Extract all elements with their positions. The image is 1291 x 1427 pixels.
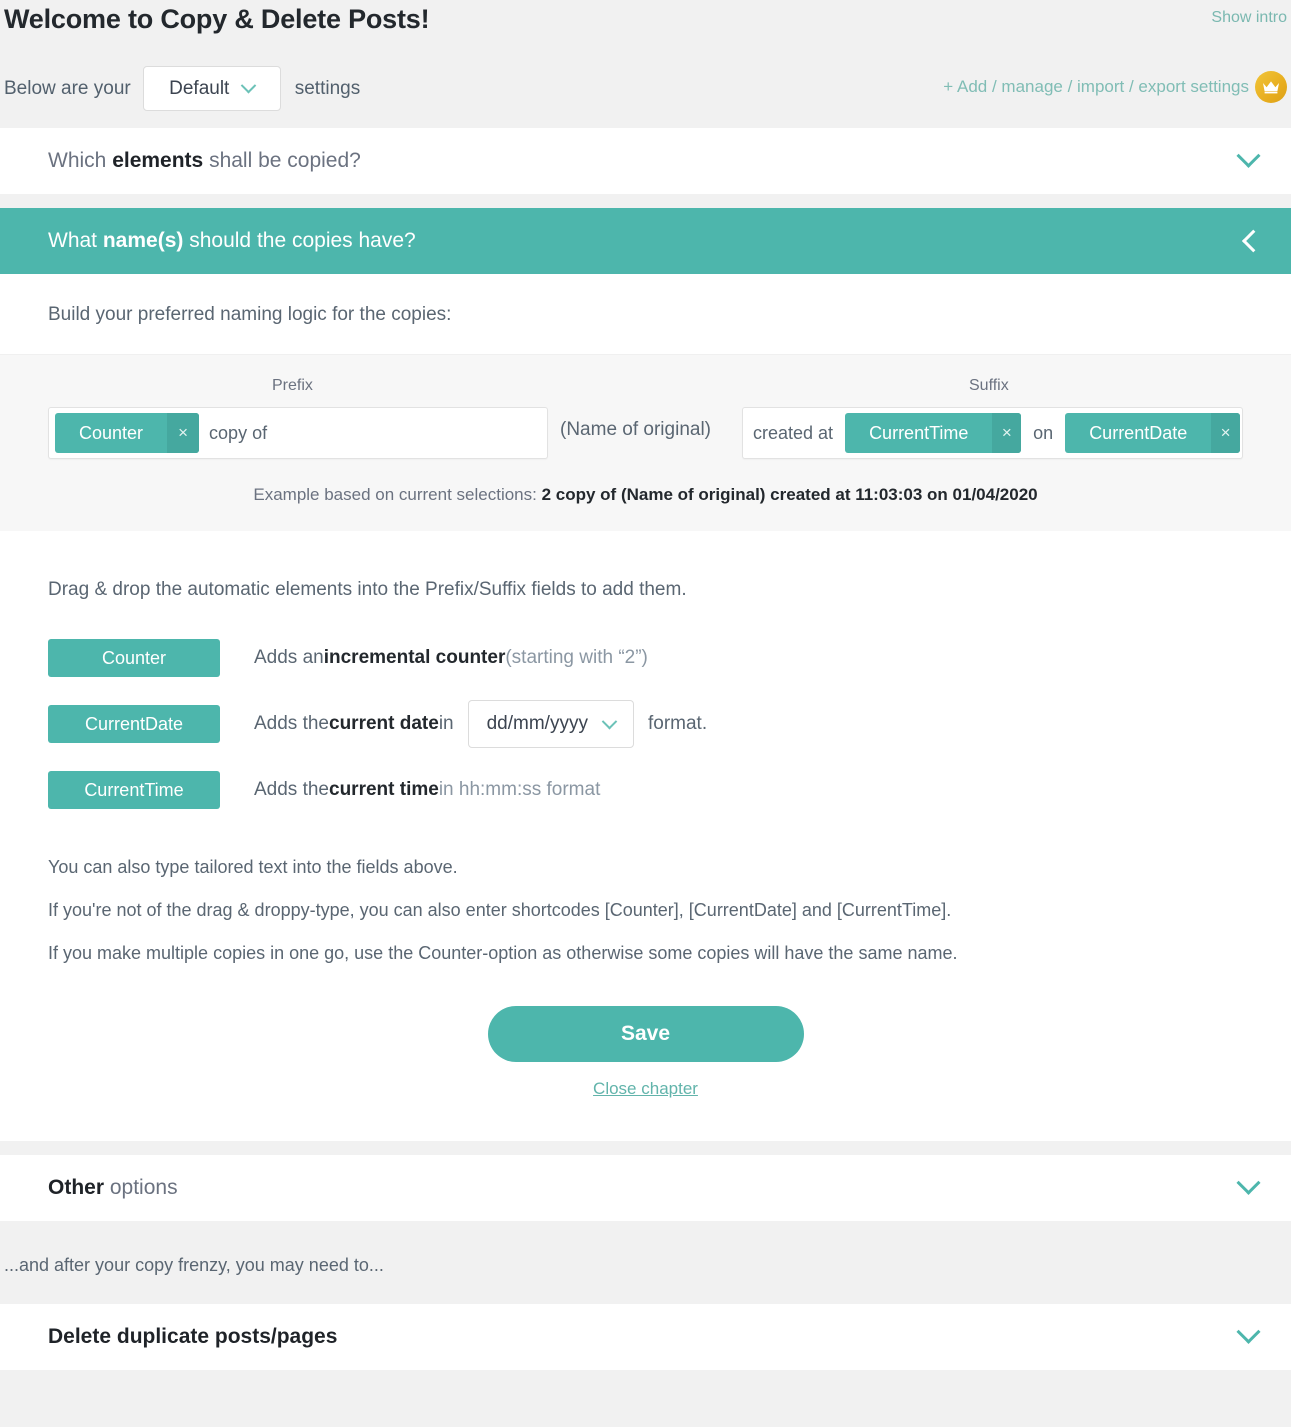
accordion-other-bold: Other [48,1176,105,1199]
chevron-down-icon[interactable] [1236,143,1261,168]
save-button[interactable]: Save [487,1006,804,1062]
suffix-tag-currenttime[interactable]: CurrentTime × [845,413,1022,453]
accordion-elements-lead: Which [48,149,113,172]
naming-builder: Prefix Suffix Counter × copy of (Name of… [0,354,1291,531]
counter-desc-post: (starting with “2”) [505,647,648,668]
accordion-names-lead: What [48,229,103,252]
accordion-elements-bold: elements [112,149,204,172]
date-format-value: dd/mm/yyyy [486,713,588,734]
example-value: 2 copy of (Name of original) created at … [541,485,1038,504]
suffix-tag-currentdate-label: CurrentDate [1089,422,1188,443]
plugin-settings-page: Welcome to Copy & Delete Posts! Show int… [0,0,1291,1427]
accordion-names-title: What name(s) should the copies have? [48,229,416,253]
accordion-names: What name(s) should the copies have? Bui… [0,208,1291,1141]
prefix-tag-counter-label: Counter [79,422,144,443]
date-format-select[interactable]: dd/mm/yyyy [467,700,634,748]
manage-settings-link[interactable]: + Add / manage / import / export setting… [943,77,1249,97]
prefix-label: Prefix [272,377,313,394]
suffix-tag-currenttime-remove-icon[interactable]: × [992,413,1022,453]
chevron-down-icon [241,77,257,94]
drag-drop-section: Drag & drop the automatic elements into … [0,531,1291,1141]
name-of-original-label: (Name of original) [560,419,711,440]
currenttime-desc-post: in hh:mm:ss format [438,779,601,800]
accordion-elements-title: Which elements shall be copied? [48,149,361,173]
builder-fields-row: Counter × copy of (Name of original) cre… [0,407,1291,459]
drag-drop-row-currentdate-desc: Adds the current date in dd/mm/yyyy form… [254,700,707,748]
accordion-other-options-header[interactable]: Other options [0,1155,1291,1221]
drag-drop-row-currenttime-desc: Adds the current time in hh:mm:ss format [254,779,600,801]
panel-gap [0,194,1291,208]
suffix-input[interactable]: created at CurrentTime × on CurrentDate … [742,407,1243,459]
accordion-delete-duplicates: Delete duplicate posts/pages [0,1304,1291,1370]
currenttime-desc-bold: current time [329,779,439,800]
currentdate-desc-bold: current date [329,713,439,734]
accordion-names-bold: name(s) [102,229,184,252]
prefix-text-value: copy of [209,422,268,443]
accordion-delete-bold: Delete duplicate posts/pages [48,1325,338,1348]
accordion-other-tail: options [104,1176,178,1199]
drag-drop-row-counter: Counter Adds an incremental counter (sta… [0,625,1291,691]
currenttime-desc-pre: Adds the [254,779,329,800]
helper-note-1: You can also type tailored text into the… [48,857,458,877]
draggable-chip-counter[interactable]: Counter [48,639,220,677]
accordion-names-tail: should the copies have? [183,229,416,252]
close-chapter-link[interactable]: Close chapter [593,1079,698,1099]
accordion-delete-duplicates-title: Delete duplicate posts/pages [48,1325,337,1349]
accordion-elements-header[interactable]: Which elements shall be copied? [0,128,1291,194]
chevron-down-icon[interactable] [1236,1319,1261,1344]
chevron-left-icon[interactable] [1241,229,1265,253]
page-title: Welcome to Copy & Delete Posts! [4,4,430,34]
helper-note-3: If you make multiple copies in one go, u… [48,943,958,963]
builder-field-labels: Prefix Suffix [0,377,1291,403]
drag-drop-row-currenttime: CurrentTime Adds the current time in hh:… [0,757,1291,823]
draggable-chip-currenttime[interactable]: CurrentTime [48,771,220,809]
settings-selector-row: Below are your Default settings [4,66,360,111]
drag-drop-row-counter-desc: Adds an incremental counter (starting wi… [254,647,648,669]
currentdate-desc-tail: format. [647,713,708,734]
counter-desc-pre: Adds an [254,647,324,668]
drag-drop-row-currentdate: CurrentDate Adds the current date in dd/… [0,691,1291,757]
example-label: Example based on current selections: [253,485,537,504]
panel-bottom-padding [0,1099,1291,1141]
accordion-delete-duplicates-header[interactable]: Delete duplicate posts/pages [0,1304,1291,1370]
helper-note-2: If you're not of the drag & droppy-type,… [48,900,952,920]
prefix-tag-counter[interactable]: Counter × [55,413,200,453]
build-logic-label: Build your preferred naming logic for th… [0,274,1291,354]
drag-drop-intro: Drag & drop the automatic elements into … [48,579,687,600]
settings-profile-select[interactable]: Default [142,66,281,111]
accordion-other-options: Other options [0,1155,1291,1221]
counter-desc-bold: incremental counter [323,647,506,668]
drag-drop-rows: Counter Adds an incremental counter (sta… [0,625,1291,823]
helper-notes: You can also type tailored text into the… [0,823,1291,964]
save-area: Save Close chapter [0,986,1291,1099]
accordion-other-options-title: Other options [48,1176,178,1200]
prefix-tag-counter-remove-icon[interactable]: × [167,413,200,453]
currentdate-desc-post: in [438,713,454,734]
example-preview: Example based on current selections: 2 c… [0,485,1291,505]
suffix-tag-currenttime-label: CurrentTime [869,422,969,443]
draggable-chip-currentdate[interactable]: CurrentDate [48,705,220,743]
suffix-label: Suffix [969,377,1009,394]
show-intro-link[interactable]: Show intro [1211,9,1287,27]
settings-profile-value: Default [169,77,230,99]
prefix-input[interactable]: Counter × copy of [48,407,548,459]
accordion-names-header[interactable]: What name(s) should the copies have? [0,208,1291,274]
suffix-lead-text: created at [753,422,834,443]
suffix-tag-currentdate-remove-icon[interactable]: × [1211,413,1240,453]
accordion-elements: Which elements shall be copied? [0,128,1291,194]
suffix-tag-currentdate[interactable]: CurrentDate × [1065,413,1240,453]
crown-icon[interactable] [1255,71,1287,103]
suffix-mid-text: on [1033,422,1054,443]
currentdate-desc-pre: Adds the [254,713,329,734]
panel-gap [0,1141,1291,1155]
page-header: Welcome to Copy & Delete Posts! Show int… [0,0,1291,128]
after-copy-note: ...and after your copy frenzy, you may n… [0,1221,1291,1304]
settings-prefix-label: Below are your [4,77,131,99]
accordion-elements-tail: shall be copied? [203,149,361,172]
chevron-down-icon [601,713,618,729]
page-bottom-fill [0,1370,1291,1427]
settings-suffix-label: settings [294,77,361,99]
chevron-down-icon[interactable] [1236,1170,1261,1195]
